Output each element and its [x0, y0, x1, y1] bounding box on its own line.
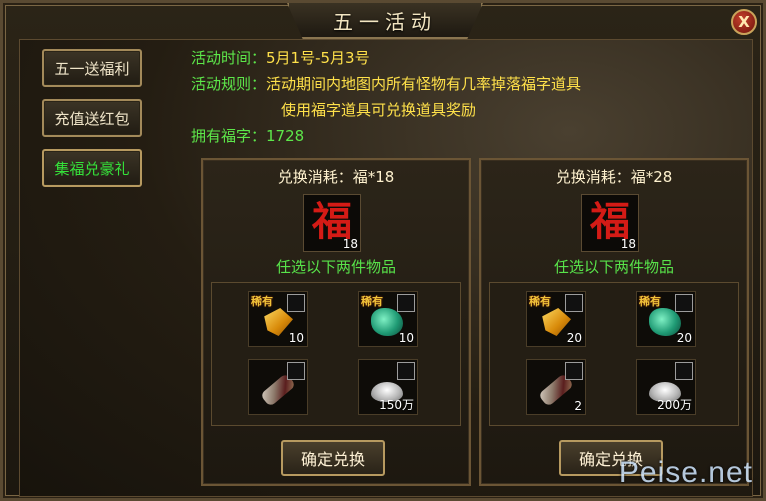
reward-item-slot[interactable]: 150万 — [358, 359, 418, 415]
reward-item-slot[interactable] — [248, 359, 308, 415]
close-button[interactable]: X — [731, 9, 757, 35]
item-checkbox[interactable] — [675, 294, 693, 312]
item-checkbox[interactable] — [565, 294, 583, 312]
item-count: 10 — [288, 331, 304, 345]
owned-fu-row: 拥有福字：1728 — [191, 125, 304, 146]
reward-item-slot[interactable]: 稀有 10 — [248, 291, 308, 347]
reward-item-slot[interactable]: 200万 — [636, 359, 696, 415]
event-window: 五一活动 X 五一送福利 充值送红包 集福兑豪礼 活动时间：5月1号-5月3号 … — [0, 0, 766, 501]
item-count: 20 — [676, 331, 692, 345]
event-rule-line2-row: 使用福字道具可兑换道具奖励 — [281, 99, 476, 120]
reward-items-box: 稀有 10 稀有 10 150万 — [211, 282, 461, 426]
rare-tag: 稀有 — [251, 295, 273, 308]
fu-item-slot[interactable]: 福 18 — [581, 194, 639, 252]
item-count: 2 — [574, 399, 582, 413]
choose-two-items-text: 任选以下两件物品 — [553, 258, 674, 276]
event-time-label: 活动时间： — [191, 49, 267, 67]
rare-tag: 稀有 — [639, 295, 661, 308]
watermark: Peise.net — [618, 456, 753, 489]
reward-item-slot[interactable]: 稀有 10 — [358, 291, 418, 347]
owned-fu-value: 1728 — [266, 127, 305, 145]
event-time-row: 活动时间：5月1号-5月3号 — [191, 47, 370, 68]
window-title: 五一活动 — [333, 9, 437, 34]
item-count: 150万 — [379, 398, 414, 412]
event-rule-line2: 使用福字道具可兑换道具奖励 — [281, 101, 477, 119]
confirm-exchange-button[interactable]: 确定兑换 — [281, 440, 385, 476]
owned-fu-label: 拥有福字： — [191, 127, 267, 145]
exchange-panel-2: 兑换消耗：福*28 福 18 任选以下两件物品 稀有 20 稀有 20 2 20… — [479, 158, 749, 486]
sidebar-item-collect-fu-exchange[interactable]: 集福兑豪礼 — [42, 149, 142, 187]
event-rule-line1: 活动期间内地图内所有怪物有几率掉落福字道具 — [266, 75, 582, 93]
item-count: 20 — [566, 331, 582, 345]
event-rule-row: 活动规则：活动期间内地图内所有怪物有几率掉落福字道具 — [191, 73, 581, 94]
item-checkbox[interactable] — [287, 362, 305, 380]
item-count: 10 — [398, 331, 414, 345]
exchange-cost: 兑换消耗：福*28 — [555, 168, 673, 186]
exchange-cost: 兑换消耗：福*18 — [277, 168, 395, 186]
item-checkbox[interactable] — [287, 294, 305, 312]
item-count: 200万 — [657, 398, 692, 412]
reward-item-slot[interactable]: 2 — [526, 359, 586, 415]
reward-item-slot[interactable]: 稀有 20 — [526, 291, 586, 347]
event-time-value: 5月1号-5月3号 — [266, 49, 370, 67]
item-checkbox[interactable] — [675, 362, 693, 380]
sidebar-item-recharge-red-packet[interactable]: 充值送红包 — [42, 99, 142, 137]
exchange-panel-1: 兑换消耗：福*18 福 18 任选以下两件物品 稀有 10 稀有 10 150万… — [201, 158, 471, 486]
reward-items-box: 稀有 20 稀有 20 2 200万 — [489, 282, 739, 426]
fu-item-count: 18 — [342, 237, 358, 251]
fu-item-count: 18 — [620, 237, 636, 251]
item-checkbox[interactable] — [565, 362, 583, 380]
event-rule-label: 活动规则： — [191, 75, 267, 93]
reward-item-slot[interactable]: 稀有 20 — [636, 291, 696, 347]
title-plate: 五一活动 — [287, 3, 483, 39]
item-checkbox[interactable] — [397, 362, 415, 380]
rare-tag: 稀有 — [529, 295, 551, 308]
sidebar-item-may-day-benefits[interactable]: 五一送福利 — [42, 49, 142, 87]
fu-item-slot[interactable]: 福 18 — [303, 194, 361, 252]
choose-two-items-text: 任选以下两件物品 — [275, 258, 396, 276]
rare-tag: 稀有 — [361, 295, 383, 308]
item-checkbox[interactable] — [397, 294, 415, 312]
